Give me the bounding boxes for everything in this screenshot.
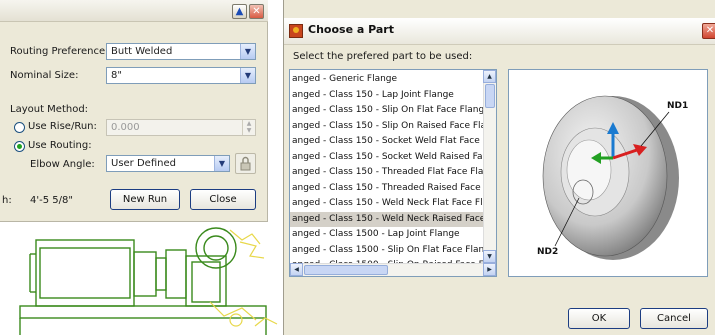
part-list-item[interactable]: anged - Class 150 - Socket Weld Raised F… (290, 150, 484, 166)
part-list-item[interactable]: anged - Class 150 - Lap Joint Flange (290, 88, 484, 104)
cancel-button[interactable]: Cancel (640, 308, 708, 329)
part-list-item[interactable]: anged - Generic Flange (290, 72, 484, 88)
part-list-item[interactable]: anged - Class 150 - Weld Neck Flat Face … (290, 196, 484, 212)
palette-toolbar: ▲ ✕ (0, 0, 268, 22)
length-label: h: (2, 195, 12, 206)
vertical-scrollbar[interactable]: ▲ ▼ (483, 70, 496, 264)
chevron-down-icon[interactable]: ▼ (240, 44, 255, 59)
lock-icon[interactable] (235, 153, 256, 174)
close-button[interactable]: Close (190, 189, 256, 210)
elbow-angle-select[interactable]: User Defined ▼ (106, 155, 230, 172)
routing-preference-select[interactable]: Butt Welded ▼ (106, 43, 256, 60)
nominal-size-value: 8" (111, 70, 122, 81)
routing-preference-value: Butt Welded (111, 46, 173, 57)
part-list-item[interactable]: anged - Class 150 - Slip On Flat Face Fl… (290, 103, 484, 119)
nd1-label: ND1 (667, 101, 688, 111)
elbow-angle-label: Elbow Angle: (30, 159, 95, 170)
use-routing-label: Use Routing: (28, 140, 92, 151)
choose-part-dialog: Choose a Part ✕ Select the prefered part… (283, 0, 715, 335)
nominal-size-select[interactable]: 8" ▼ (106, 67, 256, 84)
spinner-icon[interactable]: ▲ ▼ (242, 120, 255, 135)
nominal-size-label: Nominal Size: (10, 70, 79, 81)
part-list-item[interactable]: anged - Class 150 - Slip On Raised Face … (290, 119, 484, 135)
dialog-title: Choose a Part (308, 23, 394, 36)
nd2-label: ND2 (537, 247, 558, 257)
part-list-item[interactable]: anged - Class 150 - Threaded Flat Face F… (290, 165, 484, 181)
chevron-down-icon[interactable]: ▼ (240, 68, 255, 83)
dialog-instruction: Select the prefered part to be used: (293, 51, 473, 62)
part-list[interactable]: anged - Generic Flange anged - Class 150 … (289, 69, 497, 277)
scrollbar-thumb[interactable] (304, 265, 388, 275)
part-list-item[interactable]: anged - Class 150 - Weld Neck Raised Fac… (290, 211, 484, 227)
ok-button[interactable]: OK (568, 308, 630, 329)
part-list-item[interactable]: anged - Class 150 - Threaded Raised Face (290, 181, 484, 197)
scroll-down-icon[interactable]: ▼ (483, 250, 496, 263)
close-icon[interactable]: ✕ (249, 4, 264, 19)
dialog-title-bar[interactable]: Choose a Part ✕ (284, 18, 715, 45)
flange-3d-preview: ND1 ND2 (537, 95, 688, 260)
new-run-button[interactable]: New Run (110, 189, 180, 210)
scrollbar-thumb[interactable] (485, 84, 495, 108)
close-icon[interactable]: ✕ (702, 23, 715, 39)
rise-run-input[interactable]: 0.000 ▲ ▼ (106, 119, 256, 136)
part-list-item[interactable]: anged - Class 1500 - Lap Joint Flange (290, 227, 484, 243)
scroll-left-icon[interactable]: ◀ (290, 263, 303, 276)
part-preview: ND1 ND2 (508, 69, 708, 277)
part-dialog-icon (289, 24, 303, 38)
part-list-item[interactable]: anged - Class 150 - Socket Weld Flat Fac… (290, 134, 484, 150)
pin-icon[interactable]: ▲ (232, 4, 247, 19)
elbow-angle-value: User Defined (111, 158, 176, 169)
layout-method-label: Layout Method: (10, 104, 89, 115)
drawing-canvas[interactable] (0, 222, 283, 335)
routing-preference-label: Routing Preference: (10, 46, 109, 57)
scroll-right-icon[interactable]: ▶ (483, 263, 496, 276)
use-routing-radio[interactable] (14, 141, 25, 152)
pump-drawing (19, 227, 278, 335)
rise-run-value: 0.000 (111, 122, 140, 133)
part-list-item[interactable]: anged - Class 1500 - Slip On Flat Face F… (290, 243, 484, 259)
chevron-down-icon[interactable]: ▼ (214, 156, 229, 171)
use-rise-run-radio[interactable] (14, 122, 25, 133)
routing-palette: ▲ ✕ Routing Preference: Butt Welded ▼ No… (0, 0, 268, 222)
horizontal-scrollbar[interactable]: ◀ ▶ (290, 263, 496, 276)
scroll-up-icon[interactable]: ▲ (483, 70, 496, 83)
use-rise-run-label: Use Rise/Run: (28, 121, 97, 132)
length-value: 4'-5 5/8" (30, 195, 73, 206)
